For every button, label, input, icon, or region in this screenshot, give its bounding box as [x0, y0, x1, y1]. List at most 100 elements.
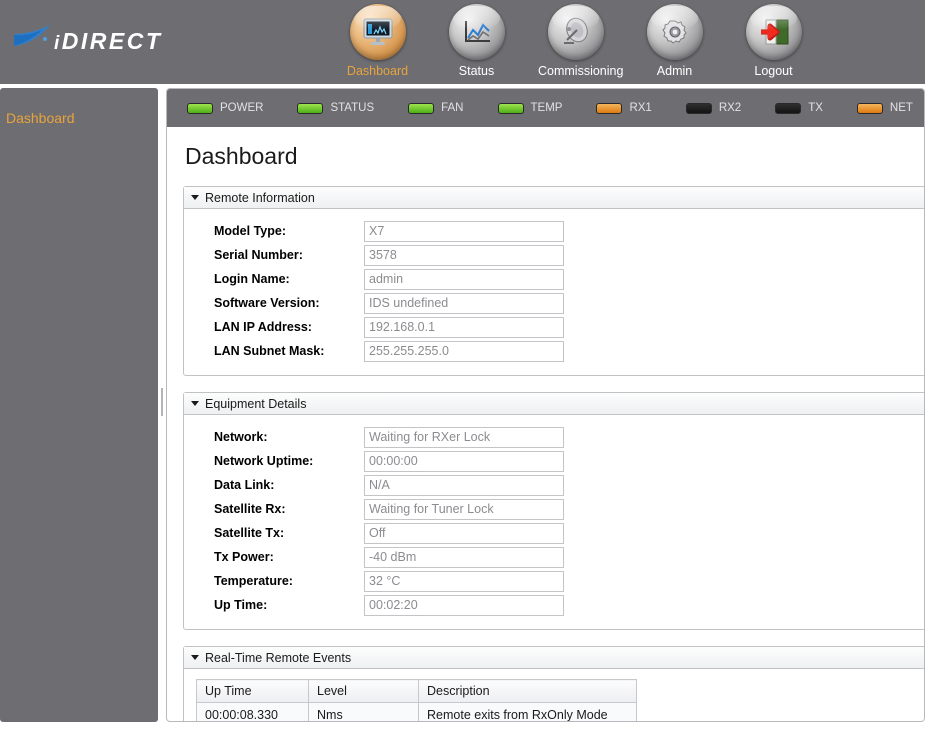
field-label: Network:	[214, 430, 268, 444]
nav-item-commissioning[interactable]: Commissioning	[538, 4, 624, 78]
cell-level: Nms	[308, 702, 419, 721]
field-serial-number: Serial Number: 3578	[184, 243, 924, 267]
led-label: STATUS	[330, 102, 375, 114]
led-indicator-icon	[408, 102, 435, 114]
led-label: TX	[808, 102, 823, 114]
field-label: Satellite Tx:	[214, 526, 285, 540]
panel-remote-information: Remote Information Model Type: X7 Serial…	[183, 186, 924, 376]
field-satellite-rx: Satellite Rx: Waiting for Tuner Lock	[184, 497, 924, 521]
field-value-software-version[interactable]: IDS undefined	[364, 292, 564, 314]
field-up-time: Up Time: 00:02:20	[184, 593, 924, 617]
logo-letter-i: i	[54, 33, 62, 54]
field-label: Tx Power:	[214, 550, 274, 564]
nav-item-status[interactable]: Status	[439, 4, 514, 78]
field-value-model-type[interactable]: X7	[364, 220, 564, 242]
panel-title: Real-Time Remote Events	[205, 650, 352, 665]
nav-label-admin: Admin	[656, 64, 693, 78]
field-value-temperature[interactable]: 32 °C	[364, 570, 564, 592]
led-status: STATUS	[297, 102, 374, 114]
field-value-data-link[interactable]: N/A	[364, 474, 564, 496]
monitor-icon	[349, 4, 406, 60]
field-value-network[interactable]: Waiting for RXer Lock	[364, 426, 564, 448]
left-sidebar: Dashboard	[0, 88, 158, 722]
field-label: Satellite Rx:	[214, 502, 286, 516]
chevron-down-icon	[191, 401, 199, 406]
field-value-tx-power[interactable]: -40 dBm	[364, 546, 564, 568]
panel-real-time-remote-events: Real-Time Remote Events Up Time Level De…	[183, 646, 924, 721]
field-network-uptime: Network Uptime: 00:00:00	[184, 449, 924, 473]
nav-label-commissioning: Commissioning	[538, 64, 624, 78]
column-header-up-time[interactable]: Up Time	[196, 679, 309, 703]
page-title: Dashboard	[185, 143, 298, 169]
nav-item-admin[interactable]: Admin	[637, 4, 712, 78]
led-tx: TX	[775, 102, 823, 114]
field-label: Temperature:	[214, 574, 293, 588]
led-label: POWER	[220, 102, 264, 114]
field-value-network-uptime[interactable]: 00:00:00	[364, 450, 564, 472]
nav-item-logout[interactable]: Logout	[736, 4, 811, 78]
cell-description: Remote exits from RxOnly Mode	[418, 702, 637, 721]
field-label: LAN IP Address:	[214, 320, 312, 334]
panel-header-real-time-remote-events[interactable]: Real-Time Remote Events	[184, 647, 924, 669]
sidebar-item-label: Dashboard	[6, 110, 75, 126]
field-value-satellite-tx[interactable]: Off	[364, 522, 564, 544]
column-header-description[interactable]: Description	[418, 679, 637, 703]
panel-body-remote-information: Model Type: X7 Serial Number: 3578 Login…	[184, 209, 924, 375]
panel-body-real-time-remote-events: Up Time Level Description 00:00:08.330 N…	[184, 669, 924, 721]
line-chart-icon	[448, 4, 505, 60]
led-label: NET	[889, 102, 913, 114]
panel-header-remote-information[interactable]: Remote Information	[184, 187, 924, 209]
field-software-version: Software Version: IDS undefined	[184, 291, 924, 315]
field-label: Data Link:	[214, 478, 275, 492]
field-value-satellite-rx[interactable]: Waiting for Tuner Lock	[364, 498, 564, 520]
led-rx2: RX2	[685, 102, 741, 114]
field-lan-ip-address: LAN IP Address: 192.168.0.1	[184, 315, 924, 339]
nav-item-dashboard[interactable]: Dashboard	[340, 4, 415, 78]
field-label: Software Version:	[214, 296, 320, 310]
field-label: Serial Number:	[214, 248, 303, 262]
led-indicator-icon	[596, 102, 623, 114]
events-table: Up Time Level Description 00:00:08.330 N…	[196, 679, 637, 721]
logo-wordmark: iDIRECT	[54, 28, 162, 55]
exit-door-icon	[745, 4, 802, 60]
field-value-serial-number[interactable]: 3578	[364, 244, 564, 266]
led-status-bar: POWER STATUS FAN TEMP RX1 RX2 TX NET	[167, 89, 924, 127]
sidebar-item-dashboard[interactable]: Dashboard	[0, 88, 158, 126]
led-indicator-icon	[297, 102, 324, 114]
field-lan-subnet-mask: LAN Subnet Mask: 255.255.255.0	[184, 339, 924, 363]
nav-label-dashboard: Dashboard	[346, 64, 409, 78]
gear-icon	[646, 4, 703, 60]
table-row[interactable]: 00:00:08.330 Nms Remote exits from RxOnl…	[196, 702, 637, 721]
field-label: Login Name:	[214, 272, 290, 286]
led-net: NET	[856, 102, 913, 114]
logo-word-direct: DIRECT	[61, 28, 163, 54]
led-power: POWER	[187, 102, 263, 114]
field-temperature: Temperature: 32 °C	[184, 569, 924, 593]
top-banner: iDIRECT Dashboard Status Commissioning A…	[0, 0, 925, 86]
field-tx-power: Tx Power: -40 dBm	[184, 545, 924, 569]
field-data-link: Data Link: N/A	[184, 473, 924, 497]
field-value-login-name[interactable]: admin	[364, 268, 564, 290]
chevron-down-icon	[191, 655, 199, 660]
idirect-logo: iDIRECT	[12, 22, 192, 64]
chevron-down-icon	[191, 195, 199, 200]
panel-title: Equipment Details	[205, 396, 307, 411]
field-label: LAN Subnet Mask:	[214, 344, 325, 358]
field-value-up-time[interactable]: 00:02:20	[364, 594, 564, 616]
panel-header-equipment-details[interactable]: Equipment Details	[184, 393, 924, 415]
led-label: TEMP	[530, 102, 563, 114]
led-indicator-icon	[856, 102, 883, 114]
content-panel: POWER STATUS FAN TEMP RX1 RX2 TX NET Das…	[166, 88, 925, 722]
nav-label-status: Status	[458, 64, 495, 78]
field-model-type: Model Type: X7	[184, 219, 924, 243]
sidebar-splitter[interactable]	[159, 88, 165, 722]
led-temp: TEMP	[497, 102, 563, 114]
field-value-lan-ip-address[interactable]: 192.168.0.1	[364, 316, 564, 338]
splitter-grip[interactable]	[161, 388, 163, 416]
nav-label-logout: Logout	[754, 64, 793, 78]
led-label: FAN	[441, 102, 464, 114]
field-value-lan-subnet-mask[interactable]: 255.255.255.0	[364, 340, 564, 362]
led-indicator-icon	[497, 102, 524, 114]
column-header-level[interactable]: Level	[308, 679, 419, 703]
led-fan: FAN	[408, 102, 464, 114]
